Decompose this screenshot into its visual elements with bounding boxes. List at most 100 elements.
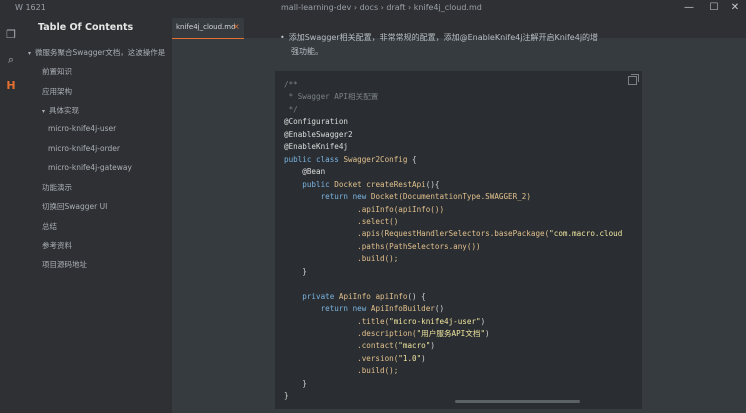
code-token: .apis(RequestHandlerSelectors.basePackag… [284, 229, 550, 239]
code-token: public [284, 179, 335, 189]
code-token: (){ [425, 179, 440, 189]
word-count: W 1621 [15, 3, 46, 12]
code-line: .title("micro-knife4j-user") [284, 316, 485, 327]
code-line: public class Swagger2Config { [284, 154, 417, 165]
code-token: return new [284, 304, 371, 314]
code-token: public class [284, 154, 344, 164]
code-token: apiInfo [370, 291, 408, 301]
toc-item-label: micro-knife4j-order [48, 143, 121, 153]
code-block[interactable]: /** * Swagger API相关配置 */ @Configuration @E… [275, 71, 642, 409]
file-path: mall-learning-dev › docs › draft › knife… [281, 3, 482, 12]
code-token: } [284, 378, 307, 388]
toc-item-label: 微服务聚合Swagger文档，这波操作是 [35, 48, 166, 57]
maximize-button[interactable]: ☐ [707, 2, 721, 14]
toc-item-label: micro-knife4j-gateway [48, 162, 132, 172]
code-token: Swagger2Config [343, 154, 408, 164]
code-token: private [284, 291, 339, 301]
code-token: @EnableKnife4j [284, 142, 349, 152]
code-token: "macro" [398, 341, 431, 351]
code-line: /** [284, 79, 298, 90]
code-token: (DocumentationType.SWAGGER_2) [398, 192, 531, 202]
toc-item[interactable]: 项目源码地址 [42, 259, 87, 270]
code-token: .contact( [284, 341, 399, 351]
code-line: .description("用户服务API文档") [284, 328, 490, 339]
code-line: return new ApiInfoBuilder() [284, 303, 444, 314]
search-icon[interactable]: ⌕ [3, 52, 19, 68]
code-token: ApiInfo [338, 291, 371, 301]
code-token: createRestApi [361, 179, 426, 189]
close-tab-icon[interactable]: × [233, 22, 240, 31]
code-token: Docket [370, 192, 399, 202]
code-token: .build(); [284, 366, 399, 376]
code-token: "micro-knife4j-user" [389, 316, 481, 326]
code-token: .description( [284, 329, 417, 338]
code-token: "用户服务API文档" [416, 329, 486, 338]
toc-item-label: 功能演示 [42, 183, 72, 193]
code-token: () [434, 304, 445, 314]
code-token: .version( [284, 353, 399, 363]
code-line: } [284, 390, 289, 401]
toc-item[interactable]: 前置知识 [42, 66, 72, 77]
close-window-button[interactable]: ✕ [728, 2, 742, 14]
toc-item[interactable]: 功能演示 [42, 182, 72, 193]
code-token: return new [284, 192, 371, 202]
toc-item-label: 项目源码地址 [42, 260, 87, 270]
outline-icon[interactable]: H [3, 78, 19, 94]
tab-label: knife4j_cloud.md [176, 23, 236, 31]
code-token: ) [430, 341, 435, 351]
code-token: .title( [284, 316, 390, 326]
code-line: .select() [284, 216, 398, 227]
toc-item-label: 前置知识 [42, 67, 72, 77]
toc-item-label: 切换回Swagger UI [42, 202, 108, 212]
toc-item[interactable]: micro-knife4j-user [48, 124, 116, 133]
code-line: * Swagger API相关配置 [284, 91, 379, 102]
code-token: ) [480, 316, 486, 326]
code-token: } [284, 266, 307, 276]
code-token: "com.macro.cloud [549, 229, 623, 239]
code-token: .build(); [284, 254, 399, 264]
code-token: () { [407, 291, 426, 301]
tab-knife4j-cloud[interactable]: knife4j_cloud.md × [172, 18, 244, 39]
code-line: return new Docket(DocumentationType.SWAG… [284, 191, 531, 202]
code-line: @Configuration [284, 116, 348, 127]
code-token: ) [485, 329, 490, 338]
files-icon[interactable]: ❐ [3, 27, 19, 43]
code-token: .paths(PathSelectors.any()) [284, 241, 481, 251]
code-line: public Docket createRestApi(){ [284, 179, 439, 190]
toc-title: Table Of Contents [38, 22, 134, 33]
expand-toggle-icon[interactable]: ▾ [42, 108, 45, 115]
minimize-button[interactable]: — [682, 2, 696, 14]
paragraph-text-1: 添加Swagger相关配置，非常常规的配置，添加@EnableKnife4j注解… [288, 33, 599, 42]
horizontal-scrollbar[interactable] [455, 400, 580, 403]
code-token: * Swagger API相关配置 [284, 92, 379, 102]
toc-item-label: 总结 [42, 221, 57, 231]
code-line: private ApiInfo apiInfo() { [284, 291, 426, 302]
code-line: .build(); [284, 365, 398, 376]
paragraph-line-2: 强功能。 [291, 47, 323, 56]
copy-icon[interactable] [628, 74, 639, 85]
toc-item[interactable]: ▾ 具体实现 [42, 105, 79, 116]
code-token: "1.0" [398, 353, 422, 363]
code-token: ) [421, 353, 426, 363]
code-token: } [284, 391, 289, 401]
toc-item[interactable]: 应用架构 [42, 86, 72, 97]
code-token: Docket [334, 179, 362, 189]
toc-item[interactable]: micro-knife4j-gateway [48, 163, 132, 172]
code-line: } [284, 378, 307, 389]
code-line: @Bean [284, 166, 325, 177]
expand-toggle-icon[interactable]: ▾ [28, 50, 31, 57]
editor-pane: knife4j_cloud.md × • 添加Swagger相关配置，非常常规的配… [172, 18, 746, 413]
toc-item[interactable]: ▾ 微服务聚合Swagger文档，这波操作是 [28, 47, 165, 58]
paragraph-line-1: • 添加Swagger相关配置，非常常规的配置，添加@EnableKnife4j注… [280, 32, 598, 43]
code-line: */ [284, 104, 298, 115]
toc-item[interactable]: 参考资料 [42, 240, 72, 251]
title-bar: W 1621 mall-learning-dev › docs › draft … [0, 0, 746, 18]
toc-item-label: 参考资料 [42, 241, 72, 250]
toc-item[interactable]: 切换回Swagger UI [42, 201, 107, 212]
code-token: { [407, 154, 417, 164]
code-token: .apiInfo(apiInfo()) [284, 204, 445, 214]
toc-item[interactable]: 总结 [42, 221, 57, 232]
code-token: ApiInfoBuilder [370, 304, 435, 314]
code-token: */ [284, 104, 298, 114]
toc-item[interactable]: micro-knife4j-order [48, 144, 120, 153]
